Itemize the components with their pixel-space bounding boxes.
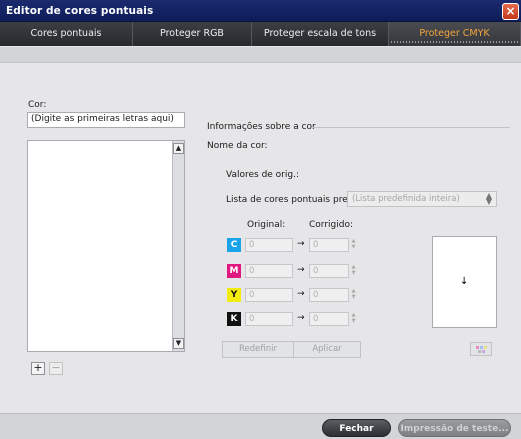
color-picker-icon bbox=[476, 346, 487, 353]
tab-protect-grayscale[interactable]: Proteger escala de tons bbox=[252, 22, 389, 46]
color-preview: ↓ bbox=[432, 236, 497, 328]
footer-bar: Fechar Impressão de teste... bbox=[0, 413, 521, 439]
orig-values-label: Valores de orig.: bbox=[226, 170, 299, 180]
remove-color-button[interactable]: − bbox=[49, 362, 63, 375]
black-original-field[interactable]: 0 bbox=[245, 312, 293, 326]
magenta-stepper[interactable]: ▲ ▼ bbox=[350, 264, 357, 278]
close-icon: × bbox=[505, 4, 516, 18]
arrow-right-icon: → bbox=[297, 239, 305, 249]
arrow-down-icon: ▼ bbox=[175, 339, 182, 347]
corrected-header: Corrigido: bbox=[309, 220, 353, 230]
spot-color-editor-window: Editor de cores pontuais × Cores pontuai… bbox=[0, 0, 521, 439]
scroll-up-button[interactable]: ▲ bbox=[173, 143, 184, 154]
black-swatch: K bbox=[227, 312, 241, 326]
close-window-button[interactable]: × bbox=[502, 3, 519, 20]
add-color-button[interactable]: + bbox=[31, 362, 45, 375]
arrow-right-icon: → bbox=[297, 265, 305, 275]
color-list[interactable]: ▲ ▼ bbox=[27, 140, 185, 352]
section-divider bbox=[312, 127, 510, 128]
arrow-right-icon: → bbox=[297, 289, 305, 299]
minus-icon: − bbox=[51, 361, 61, 374]
yellow-swatch: Y bbox=[227, 288, 241, 302]
test-print-button[interactable]: Impressão de teste... bbox=[398, 419, 511, 437]
cyan-original-field[interactable]: 0 bbox=[245, 238, 293, 252]
close-button[interactable]: Fechar bbox=[322, 419, 391, 437]
color-label: Cor: bbox=[28, 100, 47, 110]
tab-spot-colors[interactable]: Cores pontuais bbox=[0, 22, 133, 46]
scroll-down-button[interactable]: ▼ bbox=[173, 338, 184, 349]
arrow-down-icon: ↓ bbox=[460, 276, 469, 287]
toolbar-band bbox=[0, 47, 521, 63]
cyan-corrected-field[interactable]: 0 bbox=[309, 238, 349, 252]
list-scrollbar[interactable]: ▲ ▼ bbox=[172, 141, 184, 351]
arrow-right-icon: → bbox=[297, 313, 305, 323]
reset-button[interactable]: Redefinir bbox=[222, 341, 294, 358]
cyan-swatch: C bbox=[227, 238, 241, 252]
original-header: Original: bbox=[247, 220, 286, 230]
arrow-up-icon: ▲ bbox=[175, 144, 182, 152]
select-updown-icon: ▲ ▼ bbox=[485, 191, 492, 206]
predefined-list-select[interactable]: (Lista predefinida inteira) ▲ ▼ bbox=[347, 191, 497, 207]
black-stepper[interactable]: ▲ ▼ bbox=[350, 312, 357, 326]
apply-button[interactable]: Aplicar bbox=[293, 341, 361, 358]
yellow-original-field[interactable]: 0 bbox=[245, 288, 293, 302]
title-bar: Editor de cores pontuais × bbox=[0, 0, 521, 22]
cyan-stepper[interactable]: ▲ ▼ bbox=[350, 238, 357, 252]
tab-protect-cmyk[interactable]: Proteger CMYK bbox=[389, 22, 521, 46]
tab-protect-rgb[interactable]: Proteger RGB bbox=[133, 22, 252, 46]
black-corrected-field[interactable]: 0 bbox=[309, 312, 349, 326]
magenta-original-field[interactable]: 0 bbox=[245, 264, 293, 278]
yellow-corrected-field[interactable]: 0 bbox=[309, 288, 349, 302]
magenta-corrected-field[interactable]: 0 bbox=[309, 264, 349, 278]
color-search-input[interactable]: (Digite as primeiras letras aqui) bbox=[27, 112, 185, 128]
yellow-stepper[interactable]: ▲ ▼ bbox=[350, 288, 357, 302]
color-picker-button[interactable] bbox=[470, 342, 492, 356]
magenta-swatch: M bbox=[227, 264, 241, 278]
section-title: Informações sobre a cor bbox=[207, 122, 316, 132]
color-name-label: Nome da cor: bbox=[207, 141, 268, 151]
plus-icon: + bbox=[33, 361, 43, 374]
tab-bar: Cores pontuais Proteger RGB Proteger esc… bbox=[0, 22, 521, 46]
window-title: Editor de cores pontuais bbox=[6, 5, 154, 17]
